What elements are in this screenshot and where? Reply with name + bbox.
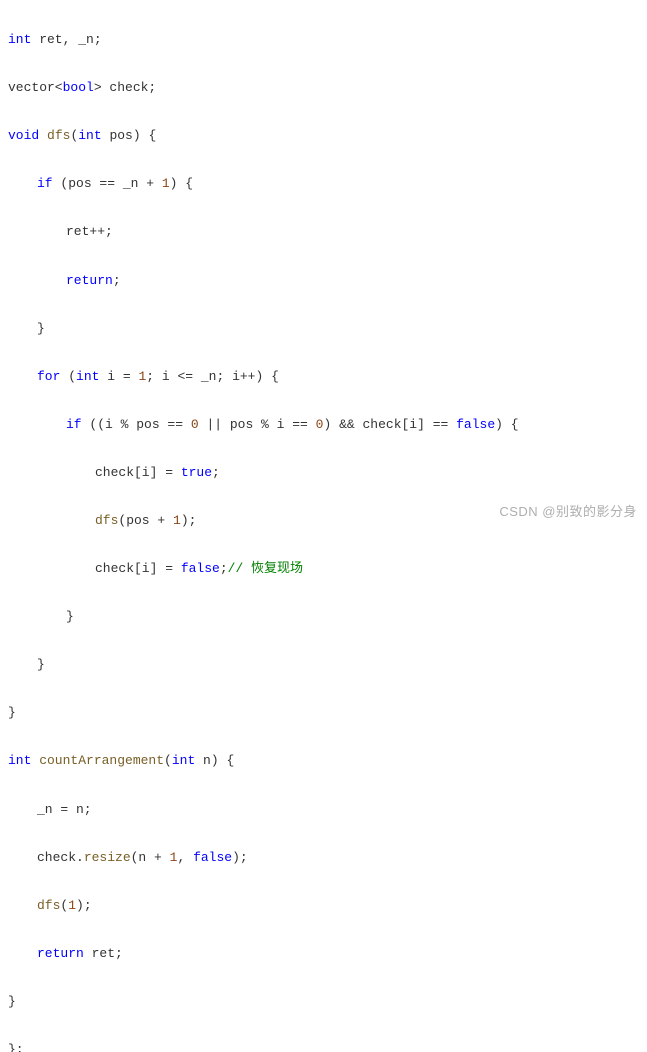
function-call: dfs bbox=[37, 898, 60, 913]
comment: // 恢复现场 bbox=[228, 561, 303, 576]
code-line: vector<bool> check; bbox=[8, 76, 639, 100]
function-name: dfs bbox=[39, 128, 70, 143]
code-line: } bbox=[8, 317, 639, 341]
code-line: if (pos == _n + 1) { bbox=[8, 172, 639, 196]
code-line: _n = n; bbox=[8, 798, 639, 822]
code-line: return ret; bbox=[8, 942, 639, 966]
keyword-bool: bool bbox=[63, 80, 94, 95]
code-line: int ret, _n; bbox=[8, 28, 639, 52]
code-line: dfs(1); bbox=[8, 894, 639, 918]
code-line: check[i] = false;// 恢复现场 bbox=[8, 557, 639, 581]
code-snippet: int ret, _n; vector<bool> check; void df… bbox=[0, 0, 647, 1052]
code-line: }; bbox=[8, 1038, 639, 1052]
code-line: check.resize(n + 1, false); bbox=[8, 846, 639, 870]
keyword-int: int bbox=[8, 32, 31, 47]
code-line: return; bbox=[8, 269, 639, 293]
method-call: resize bbox=[84, 850, 131, 865]
keyword-for: for bbox=[37, 369, 60, 384]
code-line: for (int i = 1; i <= _n; i++) { bbox=[8, 365, 639, 389]
code-line: void dfs(int pos) { bbox=[8, 124, 639, 148]
code-line: } bbox=[8, 605, 639, 629]
code-line: } bbox=[8, 701, 639, 725]
keyword-return: return bbox=[66, 273, 113, 288]
code-line: ret++; bbox=[8, 220, 639, 244]
function-name: countArrangement bbox=[31, 753, 164, 768]
keyword-int: int bbox=[8, 753, 31, 768]
code-line: int countArrangement(int n) { bbox=[8, 749, 639, 773]
keyword-if: if bbox=[37, 176, 53, 191]
code-line: } bbox=[8, 990, 639, 1014]
code-line: if ((i % pos == 0 || pos % i == 0) && ch… bbox=[8, 413, 639, 437]
code-line: } bbox=[8, 653, 639, 677]
code-line: check[i] = true; bbox=[8, 461, 639, 485]
keyword-void: void bbox=[8, 128, 39, 143]
watermark: CSDN @别致的影分身 bbox=[499, 501, 637, 520]
keyword-return: return bbox=[37, 946, 84, 961]
keyword-if: if bbox=[66, 417, 82, 432]
